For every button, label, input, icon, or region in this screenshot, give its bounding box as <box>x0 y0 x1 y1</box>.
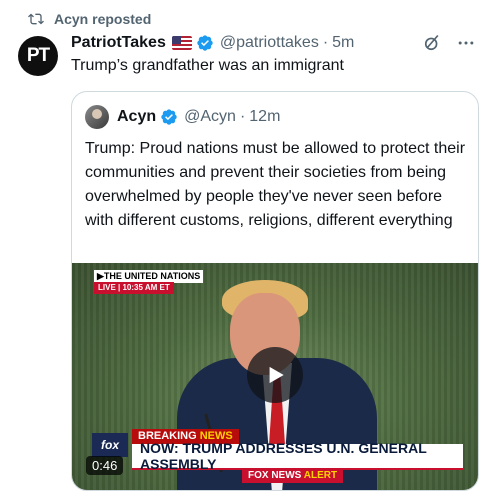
quote-avatar[interactable] <box>85 105 109 129</box>
quote-author-handle[interactable]: @Acyn <box>184 108 236 126</box>
headline-banner: NOW: TRUMP ADDRESSES U.N. GENERAL ASSEMB… <box>132 440 463 472</box>
video-duration: 0:46 <box>86 456 124 475</box>
separator-dot: · <box>322 34 329 51</box>
grok-icon[interactable] <box>422 33 442 53</box>
avatar[interactable]: PT <box>18 36 58 76</box>
post-time[interactable]: 5m <box>332 34 354 52</box>
avatar-text: PT <box>26 45 50 66</box>
separator-dot: · <box>239 108 246 125</box>
repost-label: Acyn reposted <box>54 11 152 27</box>
quote-text: Trump: Proud nations must be allowed to … <box>85 140 466 229</box>
post-header: PatriotTakes @patriottakes · 5m <box>71 32 476 54</box>
quote-time[interactable]: 12m <box>249 108 280 126</box>
live-tag: LIVE | 10:35 AM ET <box>94 282 174 294</box>
play-button[interactable] <box>247 347 303 403</box>
quote-author-name[interactable]: Acyn <box>117 108 156 126</box>
alert-word: ALERT <box>303 470 338 481</box>
verified-badge-icon <box>161 109 177 125</box>
quoted-post[interactable]: Acyn @Acyn · 12m Trump: Proud nations mu… <box>71 91 479 491</box>
video-player[interactable]: ▶THE UNITED NATIONS LIVE | 10:35 AM ET f… <box>72 263 478 490</box>
author-name[interactable]: PatriotTakes <box>71 34 166 52</box>
verified-badge-icon <box>197 35 213 51</box>
quote-header: Acyn @Acyn · 12m <box>85 105 280 129</box>
author-handle[interactable]: @patriottakes <box>220 34 319 52</box>
play-icon <box>269 366 284 384</box>
alert-banner: FOX NEWS ALERT <box>242 469 344 483</box>
post-text: Trump’s grandfather was an immigrant <box>71 57 344 74</box>
alert-brand: FOX NEWS <box>248 470 302 481</box>
repost-icon <box>28 13 44 25</box>
more-icon[interactable] <box>456 33 476 53</box>
us-flag-icon <box>171 36 192 50</box>
repost-indicator[interactable]: Acyn reposted <box>28 9 151 29</box>
network-logo: fox <box>92 433 128 457</box>
post-actions <box>422 33 476 53</box>
